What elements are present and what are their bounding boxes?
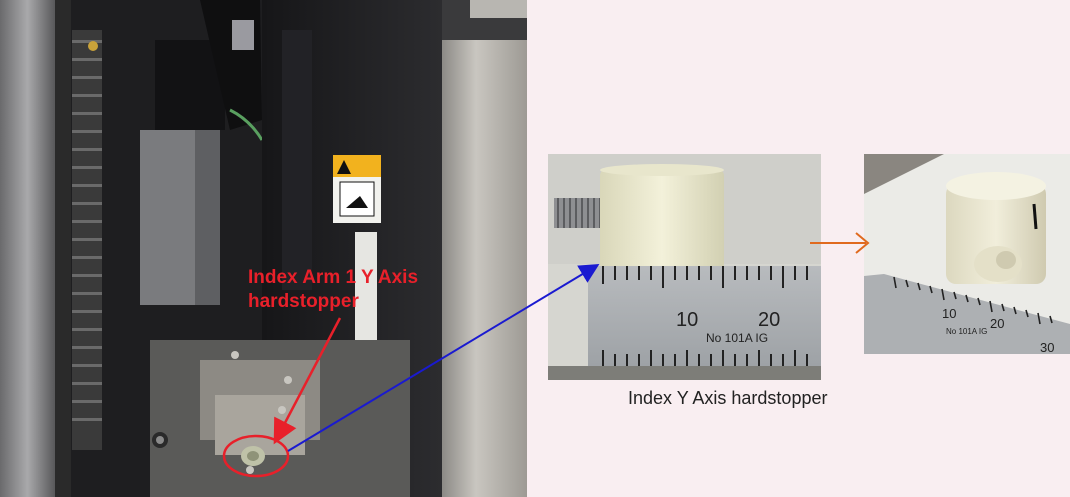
closeup-photo: 10 20 No 101A IG bbox=[548, 154, 821, 380]
angled-tick-20: 20 bbox=[990, 316, 1004, 331]
closeup-ruler-text: No 101A IG bbox=[706, 331, 768, 345]
angled-tick-10: 10 bbox=[942, 306, 956, 321]
closeup-tick-10: 10 bbox=[676, 309, 698, 331]
closeup-tick-20: 20 bbox=[758, 309, 780, 331]
angled-tick-30: 30 bbox=[1040, 340, 1054, 354]
index-arm-label-line1: Index Arm 1 Y Axis bbox=[248, 267, 419, 288]
angled-ruler-text: No 101A IG bbox=[946, 327, 987, 336]
machine-photo: Index Arm 1 Y Axis hardstopper bbox=[0, 0, 527, 497]
hardstopper-caption: Index Y Axis hardstopper bbox=[628, 388, 828, 408]
index-arm-label-line2: hardstopper bbox=[248, 291, 359, 312]
index-arm-label: Index Arm 1 Y Axis hardstopper bbox=[248, 266, 488, 314]
angled-photo: 10 20 30 No 101A IG bbox=[864, 154, 1070, 354]
